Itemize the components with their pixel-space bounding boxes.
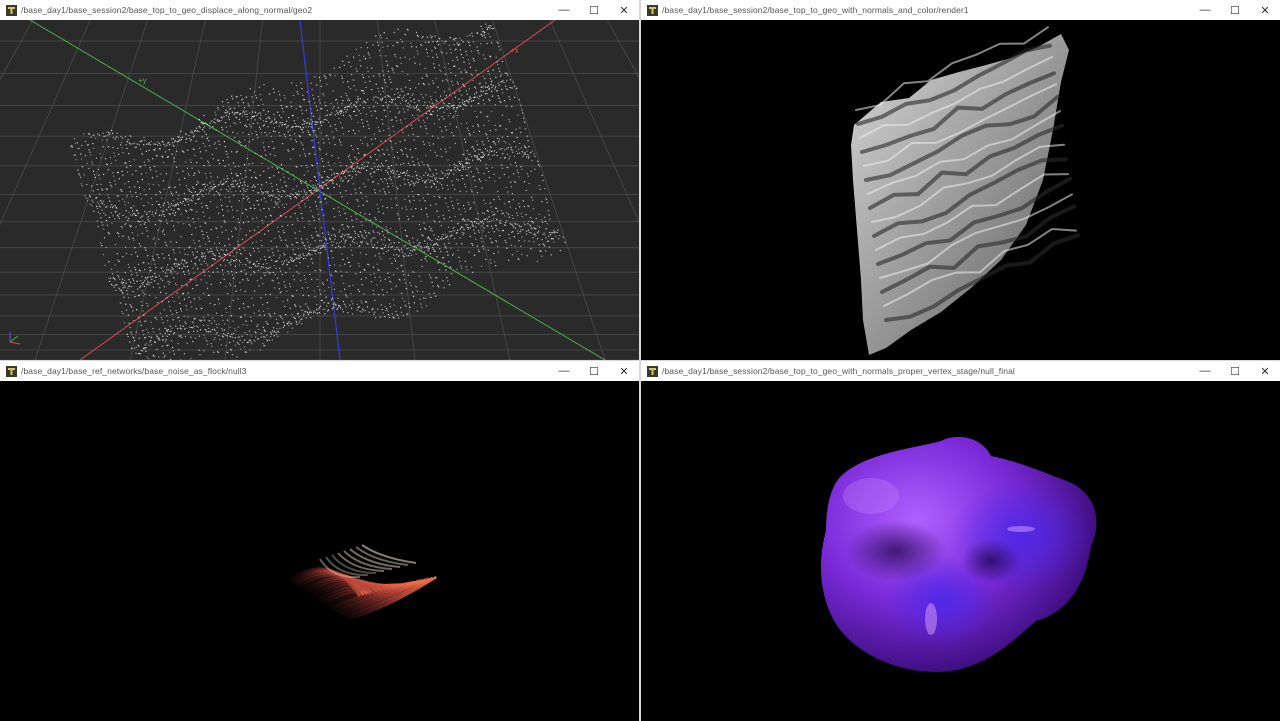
minimize-button[interactable]: — — [1190, 0, 1220, 20]
window-title: /base_day1/base_session2/base_top_to_geo… — [662, 366, 1015, 376]
app-icon — [5, 365, 17, 377]
close-button[interactable]: ✕ — [1250, 361, 1280, 381]
close-button[interactable]: ✕ — [609, 361, 639, 381]
window-render1[interactable]: /base_day1/base_session2/base_top_to_geo… — [641, 0, 1280, 360]
geo-viewport[interactable]: +y +x — [0, 20, 639, 360]
y-axis-label: +y — [138, 76, 147, 85]
window-null3[interactable]: /base_day1/base_ref_networks/base_noise_… — [0, 361, 639, 721]
close-button[interactable]: ✕ — [609, 0, 639, 20]
maximize-button[interactable]: ☐ — [579, 361, 609, 381]
minimize-button[interactable]: — — [1190, 361, 1220, 381]
minimize-button[interactable]: — — [549, 361, 579, 381]
window-title: /base_day1/base_session2/base_top_to_geo… — [21, 5, 313, 15]
maximize-button[interactable]: ☐ — [1220, 0, 1250, 20]
close-button[interactable]: ✕ — [1250, 0, 1280, 20]
blob-viewport[interactable] — [641, 381, 1280, 721]
viewport-canvas[interactable]: +y +x — [0, 20, 639, 360]
maximize-button[interactable]: ☐ — [579, 0, 609, 20]
title-bar[interactable]: /base_day1/base_session2/base_top_to_geo… — [641, 361, 1280, 382]
minimize-button[interactable]: — — [549, 0, 579, 20]
maximize-button[interactable]: ☐ — [1220, 361, 1250, 381]
flock-viewport[interactable] — [0, 381, 639, 721]
app-icon — [646, 4, 658, 16]
title-bar[interactable]: /base_day1/base_ref_networks/base_noise_… — [0, 361, 639, 382]
window-null-final[interactable]: /base_day1/base_session2/base_top_to_geo… — [641, 361, 1280, 721]
window-title: /base_day1/base_ref_networks/base_noise_… — [21, 366, 247, 376]
app-icon — [646, 365, 658, 377]
blob-canvas[interactable] — [641, 381, 1280, 721]
render-viewport[interactable] — [641, 20, 1280, 360]
window-geo2[interactable]: /base_day1/base_session2/base_top_to_geo… — [0, 0, 639, 360]
x-axis-label: +x — [510, 46, 519, 55]
render-canvas[interactable] — [641, 20, 1280, 360]
flock-canvas[interactable] — [0, 381, 639, 721]
app-icon — [5, 4, 17, 16]
window-title: /base_day1/base_session2/base_top_to_geo… — [662, 5, 969, 15]
title-bar[interactable]: /base_day1/base_session2/base_top_to_geo… — [0, 0, 639, 21]
title-bar[interactable]: /base_day1/base_session2/base_top_to_geo… — [641, 0, 1280, 21]
